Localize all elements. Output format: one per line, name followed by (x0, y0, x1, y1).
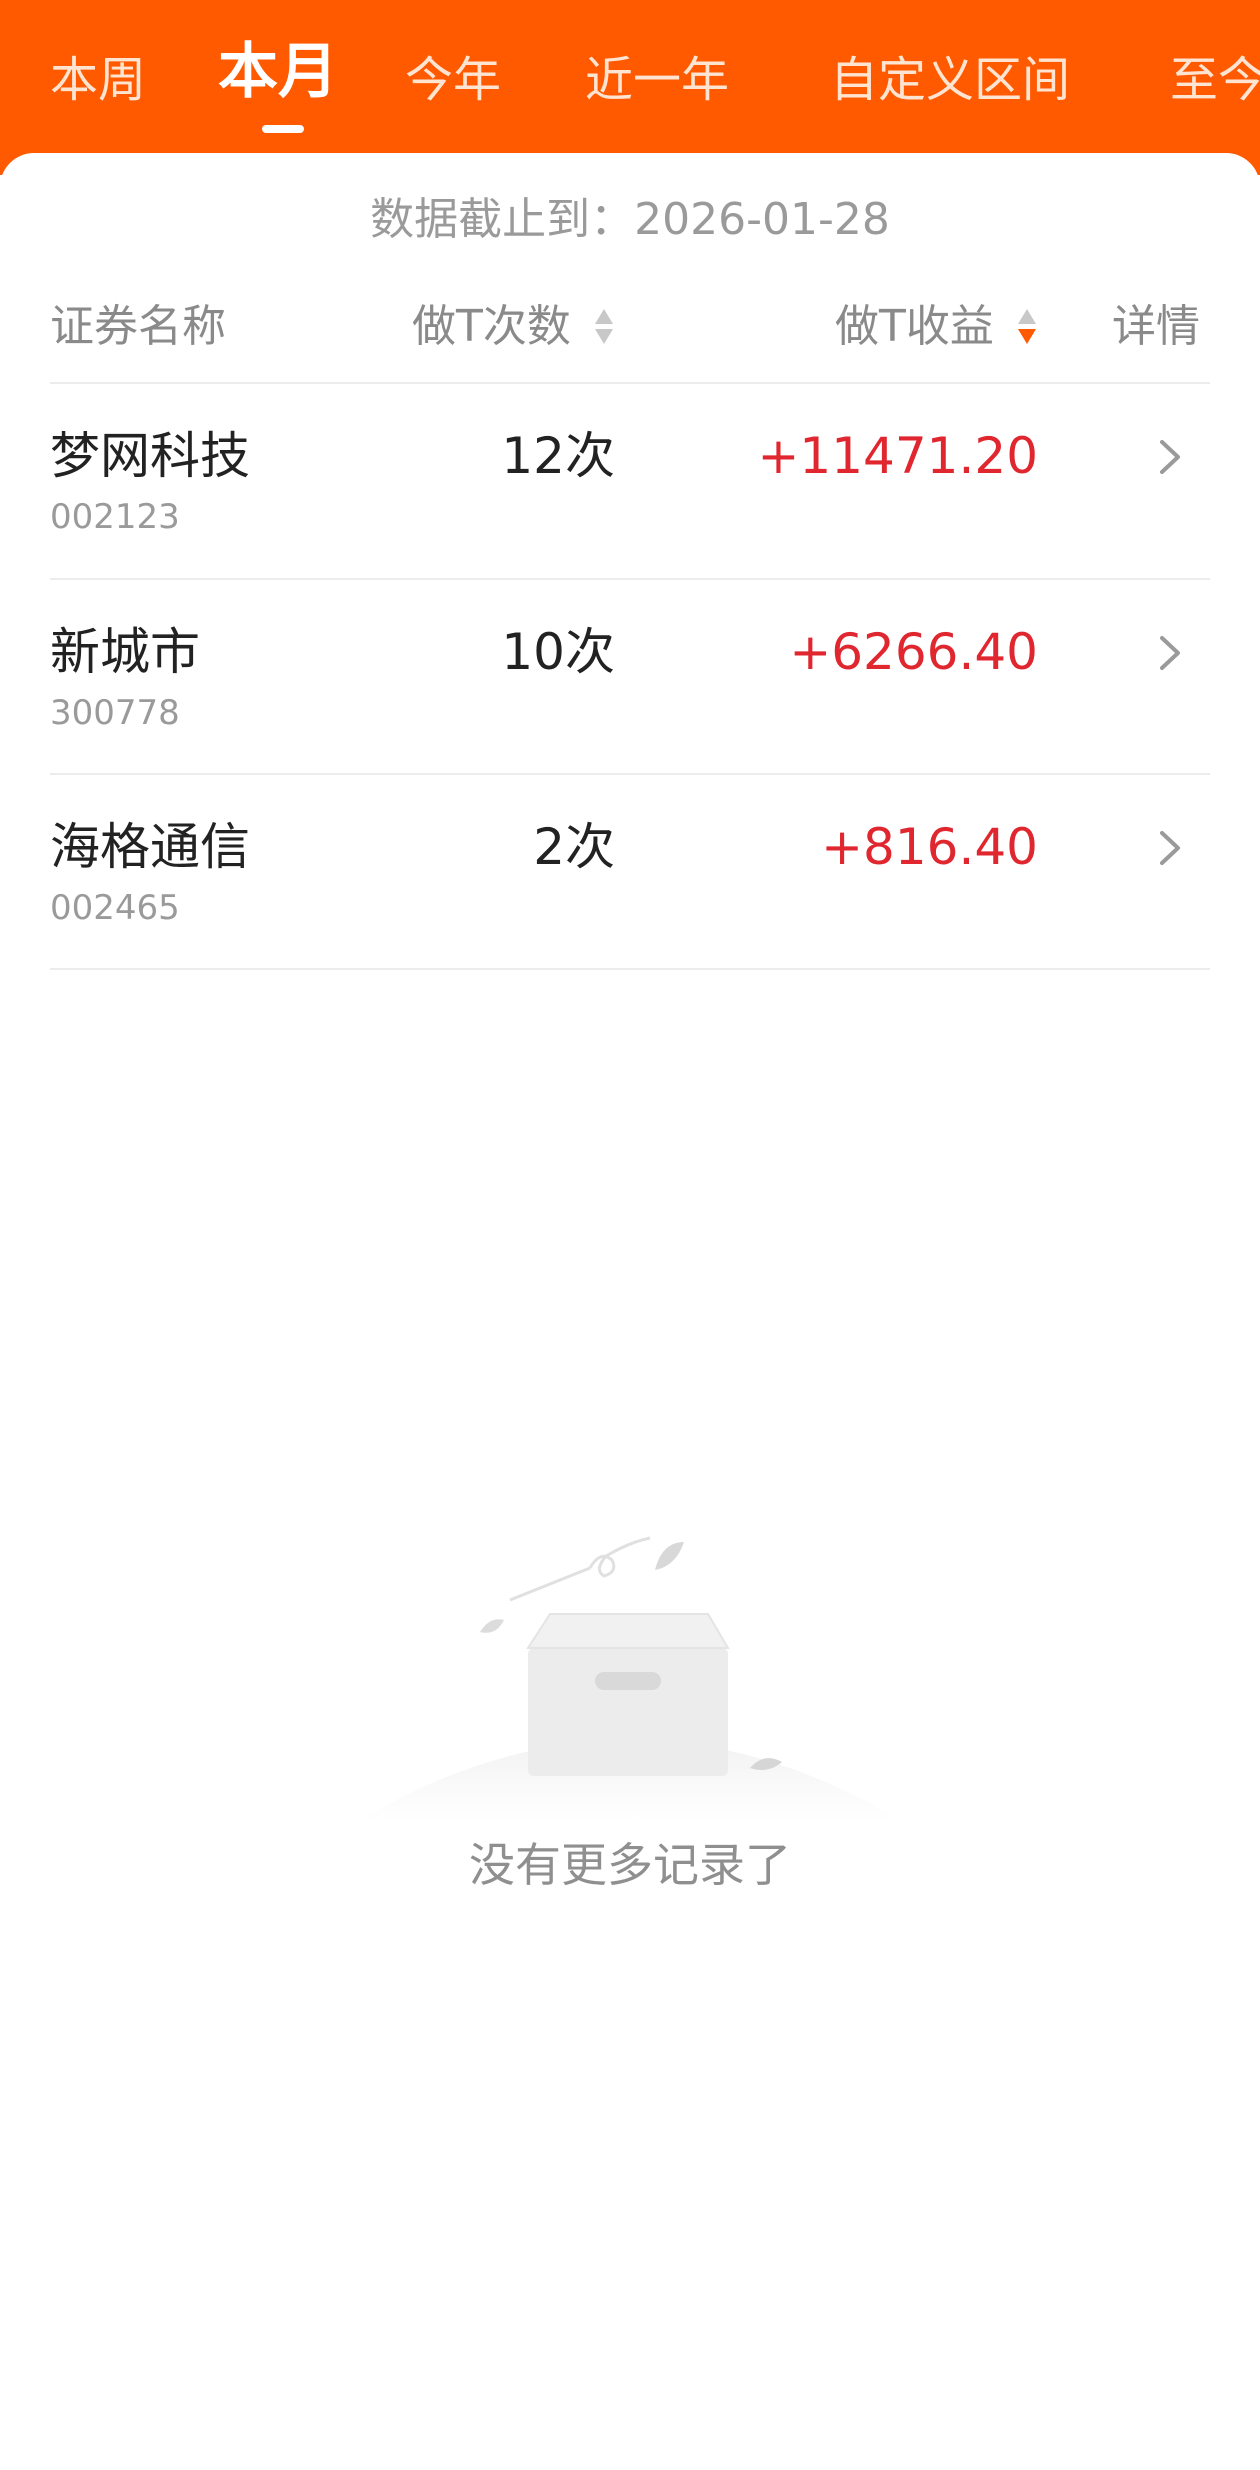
t-trade-profit: +6266.40 (789, 623, 1038, 681)
as-of-date: 2026-01-28 (634, 194, 890, 245)
security-code: 002123 (50, 497, 180, 537)
no-more-records: 没有更多记录了 (469, 1838, 791, 1892)
column-header-profit[interactable]: 做T收益 (835, 292, 994, 362)
tab-this-week[interactable]: 本周 (50, 50, 146, 110)
tab-this-month[interactable]: 本月 (218, 42, 338, 102)
t-trade-profit: +816.40 (821, 818, 1038, 876)
as-of-label: 数据截止到： (370, 194, 635, 245)
empty-box-icon (360, 1536, 900, 1820)
security-code: 300778 (50, 693, 180, 733)
tab-to-date[interactable]: 至今 (1170, 50, 1260, 110)
chevron-right-icon[interactable] (1152, 434, 1188, 480)
column-header-detail: 详情 (1112, 301, 1200, 352)
tab-this-year[interactable]: 今年 (405, 50, 501, 110)
security-name: 新城市 (50, 623, 200, 681)
chevron-right-icon[interactable] (1152, 825, 1188, 871)
chevron-right-icon[interactable] (1152, 630, 1188, 676)
security-name: 梦网科技 (50, 427, 250, 485)
sort-count-icon[interactable] (595, 305, 613, 349)
tab-custom-range[interactable]: 自定义区间 (830, 50, 1070, 110)
column-header-name: 证券名称 (50, 301, 226, 352)
security-name: 海格通信 (50, 818, 250, 876)
table-header: 证券名称 做T次数 做T收益 详情 (0, 292, 1260, 362)
active-tab-indicator (262, 125, 304, 133)
data-as-of: 数据截止到：2026-01-28 (0, 190, 1260, 250)
t-trade-count: 12次 (501, 427, 615, 485)
table-row[interactable]: 海格通信 002465 2次 +816.40 (0, 775, 1260, 970)
t-trade-count: 2次 (533, 818, 615, 876)
sort-profit-icon[interactable] (1018, 305, 1036, 349)
table-row[interactable]: 新城市 300778 10次 +6266.40 (0, 580, 1260, 775)
period-tabs: 本周 本月 今年 近一年 自定义区间 至今 (0, 40, 1260, 140)
column-header-count[interactable]: 做T次数 (412, 292, 571, 362)
security-code: 002465 (50, 888, 180, 928)
t-trade-profit: +11471.20 (757, 427, 1038, 485)
tab-last-year[interactable]: 近一年 (585, 50, 729, 110)
table-row[interactable]: 梦网科技 002123 12次 +11471.20 (0, 384, 1260, 579)
row-divider (50, 968, 1210, 970)
t-trade-count: 10次 (501, 623, 615, 681)
period-tab-bar: 本周 本月 今年 近一年 自定义区间 至今 (0, 0, 1260, 175)
